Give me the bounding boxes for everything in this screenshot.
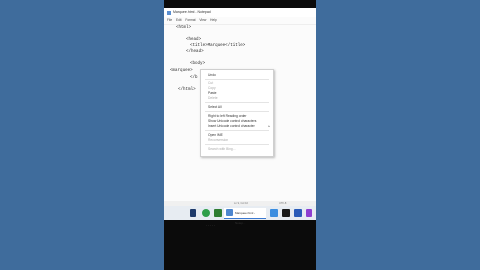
menu-item-rtl-reading[interactable]: Right to left Reading order: [208, 114, 247, 118]
menu-bar: File Edit Format View Help: [164, 17, 316, 25]
code-line-body-close: </b: [190, 76, 198, 80]
menu-item-reconversion[interactable]: Reconversion: [208, 138, 228, 142]
menu-item-insert-unicode[interactable]: Insert Unicode control character: [208, 124, 255, 128]
menu-separator: [205, 130, 269, 131]
code-line-html-open: <html>: [176, 26, 192, 30]
start-icon[interactable]: [190, 209, 196, 217]
menu-separator: [205, 79, 269, 80]
app-purple-icon[interactable]: [306, 209, 312, 217]
menu-item-paste[interactable]: Paste: [208, 91, 216, 95]
menu-separator: [205, 144, 269, 145]
menu-item-open-ime[interactable]: Open IME: [208, 133, 223, 137]
menu-item-search-bing[interactable]: Search with Bing...: [208, 147, 236, 151]
menu-separator: [205, 102, 269, 103]
taskbar-notepad-button[interactable]: Marquee.html - Notep...: [224, 208, 266, 225]
menu-separator: [205, 111, 269, 112]
app-green-icon[interactable]: [214, 209, 222, 217]
notepad-screen: Marquee.html - Notepad File Edit Format …: [164, 8, 316, 225]
menu-help[interactable]: Help: [210, 17, 217, 24]
code-line-title: <title>Marquee</title>: [190, 44, 246, 48]
taskbar-window-label: Marquee.html - Notep...: [235, 211, 256, 225]
menu-edit[interactable]: Edit: [176, 17, 182, 24]
taskbar: Marquee.html - Notep...: [164, 206, 316, 225]
notepad-taskbar-icon: [226, 209, 233, 216]
code-line-head-close: </head>: [186, 50, 204, 54]
title-bar: Marquee.html - Notepad: [164, 8, 316, 17]
menu-item-show-unicode[interactable]: Show Unicode control characters: [208, 119, 256, 123]
menu-file[interactable]: File: [167, 17, 172, 24]
blurred-caption: · · · · ·: [206, 224, 216, 228]
edge-icon[interactable]: [270, 209, 278, 217]
chevron-right-icon: ▸: [268, 124, 270, 128]
menu-item-cut[interactable]: Cut: [208, 81, 213, 85]
code-line-html-close: </html>: [178, 88, 196, 92]
context-menu: Undo Cut Copy Paste Delete Select All Ri…: [200, 69, 274, 157]
menu-format[interactable]: Format: [185, 17, 195, 24]
menu-item-undo[interactable]: Undo: [208, 73, 216, 77]
menu-view[interactable]: View: [199, 17, 206, 24]
menu-item-copy[interactable]: Copy: [208, 86, 216, 90]
menu-item-delete[interactable]: Delete: [208, 96, 218, 100]
code-line-marquee: <marquee>: [170, 69, 193, 73]
code-line-body-open: <body>: [190, 62, 206, 66]
code-line-head-open: <head>: [186, 38, 202, 42]
notepad-icon: [167, 10, 171, 15]
window-title: Marquee.html - Notepad: [173, 10, 211, 14]
menu-item-select-all[interactable]: Select All: [208, 105, 222, 109]
phone-frame: Marquee.html - Notepad File Edit Format …: [164, 0, 316, 270]
chrome-icon[interactable]: [202, 209, 210, 217]
media-icon[interactable]: [282, 209, 290, 217]
word-icon[interactable]: [294, 209, 302, 217]
